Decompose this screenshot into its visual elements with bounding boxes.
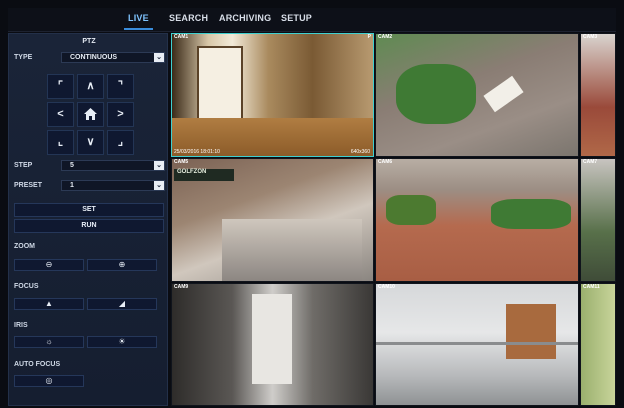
down-right-button[interactable]: ⌟ [107,130,134,155]
camera-ptz-indicator: P [367,34,371,40]
home-button[interactable] [77,102,104,127]
focus-near-button[interactable]: ▲ [14,298,84,310]
greenery-shape [396,64,476,124]
camera-timestamp: 25/03/2016 18:01:10 [174,149,220,155]
camera-tile-cam7[interactable]: CAM7 [580,158,616,282]
set-button[interactable]: SET [14,203,164,217]
focus-far-button[interactable]: ◢ [87,298,157,310]
tab-setup[interactable]: SETUP [281,13,312,23]
store-sign: GOLFZON [174,169,234,181]
camera-tile-cam3[interactable]: CAM3 [580,33,616,157]
mountain-icon: ◢ [118,299,126,308]
preset-select[interactable]: 1 ⌄ [61,180,165,191]
camera-tile-cam5[interactable]: GOLFZON CAM5 [171,158,374,282]
bench-shape [483,75,524,113]
hedge-shape [491,199,571,229]
tab-search[interactable]: SEARCH [169,13,208,23]
camera-name: CAM2 [378,34,393,40]
zoom-out-icon: ⊖ [45,260,53,269]
type-label: TYPE [14,54,33,61]
left-button[interactable]: < [47,102,74,127]
ptz-title: PTZ [82,38,96,45]
run-button[interactable]: RUN [14,219,164,233]
camera-tile-cam10[interactable]: CAM10 [375,283,579,406]
autofocus-icon: ◎ [45,376,53,385]
camera-name: CAM3 [583,34,598,40]
tab-archiving[interactable]: ARCHIVING [219,13,271,23]
camera-tile-cam11[interactable]: CAM11 [580,283,616,406]
person-icon: ▲ [45,299,53,308]
stairs-shape [222,219,362,281]
zoom-in-icon: ⊕ [118,260,126,269]
camera-tile-cam2[interactable]: CAM2 [375,33,579,157]
up-right-button[interactable]: ⌝ [107,74,134,99]
camera-name: CAM5 [174,159,189,165]
up-button[interactable]: ∧ [77,74,104,99]
camera-tile-cam6[interactable]: CAM6 [375,158,579,282]
hedge-shape [386,195,436,225]
preset-label: PRESET [14,182,43,189]
type-select-value: CONTINUOUS [70,54,118,61]
zoom-label: ZOOM [14,243,35,250]
preset-select-value: 1 [70,182,74,189]
camera-resolution: 640x360 [350,149,370,155]
step-select[interactable]: 5 ⌄ [61,160,165,171]
home-icon [84,108,97,120]
iris-open-button[interactable]: ☀ [87,336,157,348]
camera-name: CAM10 [378,284,395,290]
tab-live[interactable]: LIVE [124,13,153,30]
focus-label: FOCUS [14,283,39,290]
type-select[interactable]: CONTINUOUS ⌄ [61,52,165,63]
door-shape [506,304,556,359]
iris-open-icon: ☀ [118,337,126,346]
down-button[interactable]: ∨ [77,130,104,155]
iris-close-button[interactable]: ☼ [14,336,84,348]
camera-name: CAM1 [174,34,189,40]
camera-tile-cam9[interactable]: CAM9 [171,283,374,406]
down-left-button[interactable]: ⌞ [47,130,74,155]
top-nav-bar: LIVE SEARCH ARCHIVING SETUP [8,8,616,32]
right-button[interactable]: > [107,102,134,127]
ptz-panel: PTZ TYPE CONTINUOUS ⌄ ⌜ ∧ ⌝ < > ⌞ ∨ ⌟ ST… [8,33,168,406]
camera-name: CAM11 [583,284,600,290]
step-label: STEP [14,162,33,169]
railing-shape [376,342,578,345]
chevron-down-icon: ⌄ [154,161,164,170]
autofocus-button[interactable]: ◎ [14,375,84,387]
autofocus-label: AUTO FOCUS [14,361,61,368]
chevron-down-icon: ⌄ [154,53,164,62]
camera-grid: CAM1 P 25/03/2016 18:01:10 640x360 CAM2 … [171,33,616,406]
zoom-out-button[interactable]: ⊖ [14,259,84,271]
camera-name: CAM9 [174,284,189,290]
iris-close-icon: ☼ [45,337,53,346]
camera-tile-cam1[interactable]: CAM1 P 25/03/2016 18:01:10 640x360 [171,33,374,157]
camera-name: CAM6 [378,159,393,165]
camera-name: CAM7 [583,159,598,165]
chevron-down-icon: ⌄ [154,181,164,190]
step-select-value: 5 [70,162,74,169]
window-shape [197,46,243,126]
corridor-shape [252,294,292,384]
up-left-button[interactable]: ⌜ [47,74,74,99]
ptz-direction-pad: ⌜ ∧ ⌝ < > ⌞ ∨ ⌟ [47,74,134,157]
iris-label: IRIS [14,322,28,329]
zoom-in-button[interactable]: ⊕ [87,259,157,271]
